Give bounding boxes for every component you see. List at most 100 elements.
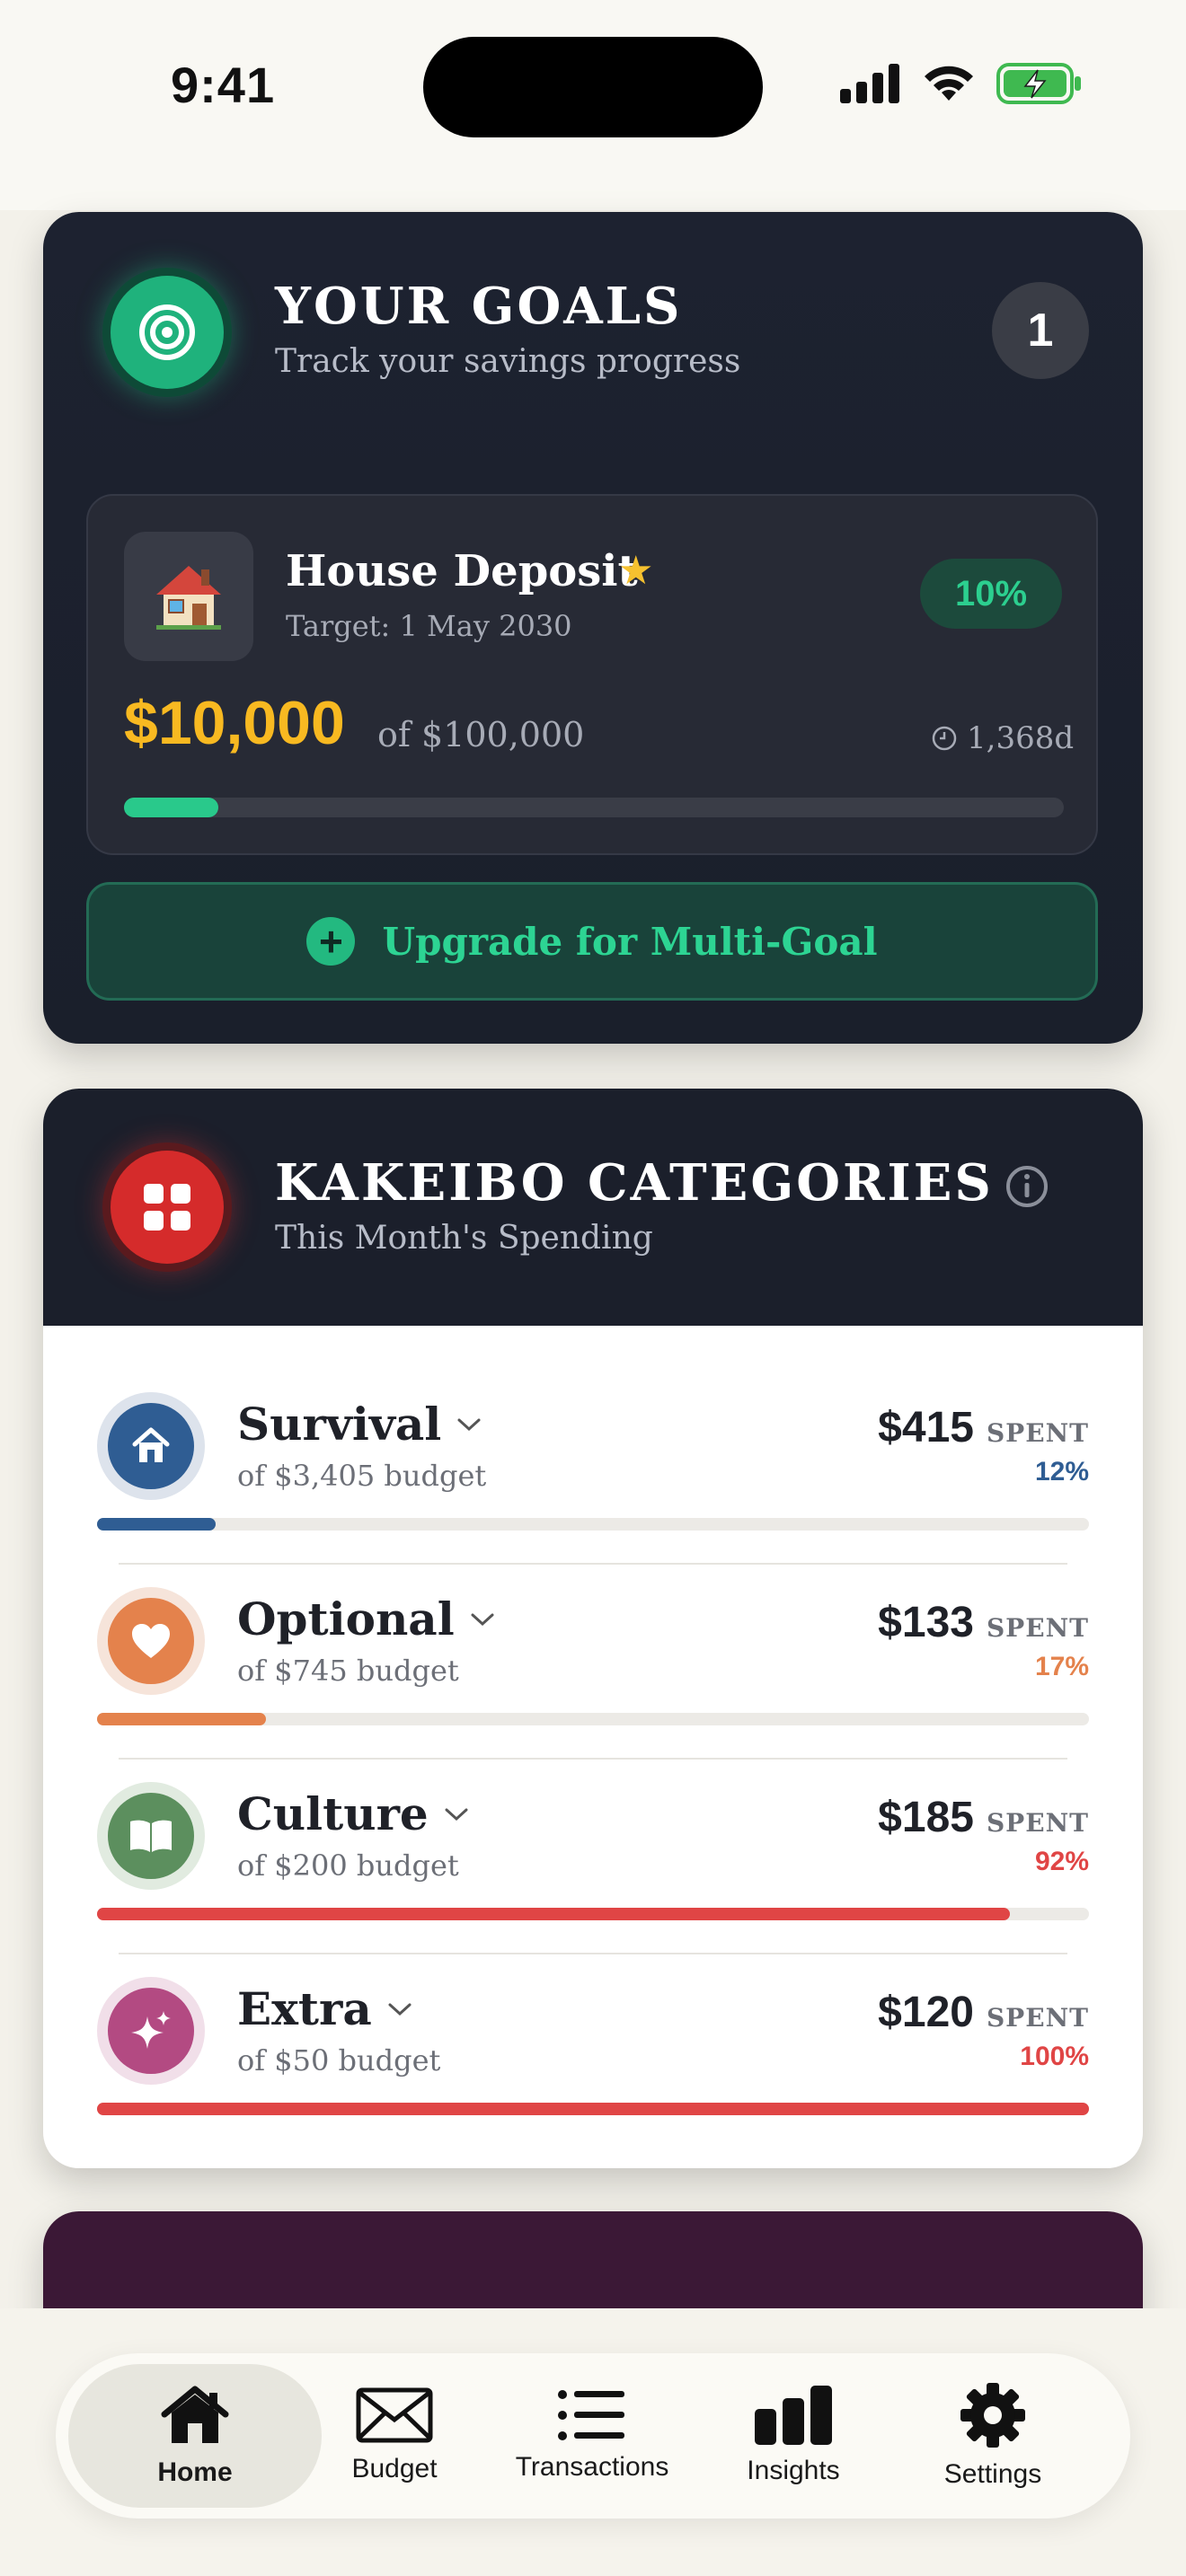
home-icon <box>161 2386 229 2443</box>
status-icons <box>840 63 1083 104</box>
category-progress-fill <box>97 1908 1010 1920</box>
kakeibo-title: KAKEIBO CATEGORIES <box>275 1153 994 1213</box>
goals-title: YOUR GOALS <box>275 277 683 336</box>
category-name: Extra <box>237 1982 413 2035</box>
goals-card: YOUR GOALS Track your savings progress 1… <box>43 212 1143 1044</box>
category-progress-fill <box>97 2103 1089 2115</box>
gear-icon <box>960 2383 1025 2448</box>
dynamic-island <box>423 37 763 137</box>
nav-label-settings: Settings <box>943 2459 1042 2489</box>
category-progress-track <box>97 1713 1089 1725</box>
category-percent: 12% <box>1034 1457 1089 1486</box>
category-icon-badge <box>97 1392 205 1500</box>
goal-days-label: 1,368d <box>967 720 1075 756</box>
divider <box>119 1563 1067 1565</box>
goal-name: House Deposit <box>286 546 638 596</box>
category-amount: $415 <box>878 1404 974 1451</box>
upgrade-multi-goal-button[interactable]: + Upgrade for Multi-Goal <box>86 882 1098 1001</box>
bottom-nav: Home Budget Transactions Insights Settin… <box>56 2353 1130 2519</box>
category-amount: $133 <box>878 1599 974 1646</box>
envelope-icon <box>356 2387 433 2443</box>
goal-emoji-box <box>124 532 253 661</box>
category-progress-fill <box>97 1518 217 1531</box>
category-percent: 92% <box>1034 1847 1089 1876</box>
goals-icon-badge <box>102 268 232 397</box>
signal-icon <box>840 64 899 103</box>
house-emoji-icon <box>156 566 221 630</box>
goal-saved-amount: $10,000 <box>124 689 345 757</box>
goal-target-date: Target: 1 May 2030 <box>286 609 572 643</box>
category-budget: of $50 budget <box>237 2043 441 2078</box>
sparkle-icon <box>131 2011 171 2049</box>
category-percent: 100% <box>1020 2042 1089 2071</box>
category-budget: of $3,405 budget <box>237 1459 487 1493</box>
clock-icon <box>932 726 957 751</box>
chevron-down-icon[interactable] <box>469 1610 496 1628</box>
goals-subtitle: Track your savings progress <box>275 343 741 380</box>
bar-chart-icon <box>755 2386 832 2445</box>
spent-label: SPENT <box>986 1613 1089 1643</box>
chevron-down-icon[interactable] <box>386 2000 413 2018</box>
category-row-survival[interactable]: Survival of $3,405 budget $415 SPENT 12% <box>97 1383 1089 1577</box>
goal-days-left: 1,368d <box>931 720 1074 756</box>
upgrade-label: Upgrade for Multi-Goal <box>382 919 878 964</box>
chevron-down-icon[interactable] <box>443 1805 470 1823</box>
goal-progress-track <box>124 798 1064 817</box>
grid-icon <box>144 1184 190 1231</box>
plus-icon: + <box>306 917 356 966</box>
nav-item-settings[interactable]: Settings <box>893 2364 1093 2508</box>
status-time: 9:41 <box>171 57 276 113</box>
category-icon-badge <box>97 1977 205 2085</box>
category-row-culture[interactable]: Culture of $200 budget $185 SPENT 92% <box>97 1773 1089 1967</box>
category-name-label: Culture <box>237 1787 429 1840</box>
category-spent: $415 SPENT <box>878 1403 1089 1452</box>
target-icon <box>139 304 195 360</box>
category-progress-track <box>97 1518 1089 1531</box>
kakeibo-subtitle: This Month's Spending <box>275 1220 653 1257</box>
category-row-extra[interactable]: Extra of $50 budget $120 SPENT 100% <box>97 1968 1089 2162</box>
category-progress-track <box>97 2103 1089 2115</box>
category-progress-fill <box>97 1713 266 1725</box>
category-name: Culture <box>237 1787 470 1840</box>
kakeibo-header: KAKEIBO CATEGORIES This Month's Spending <box>43 1089 1143 1326</box>
chevron-down-icon[interactable] <box>456 1416 482 1434</box>
divider <box>119 1758 1067 1760</box>
list-icon <box>558 2390 624 2440</box>
favorite-star-icon[interactable]: ★ <box>618 548 653 594</box>
goals-count-badge: 1 <box>992 282 1089 379</box>
spent-label: SPENT <box>986 1808 1089 1838</box>
category-budget: of $200 budget <box>237 1848 459 1883</box>
category-icon-badge <box>97 1587 205 1695</box>
category-spent: $185 SPENT <box>878 1793 1089 1842</box>
goal-progress-fill <box>124 798 218 817</box>
category-spent: $120 SPENT <box>878 1988 1089 2037</box>
category-name-label: Extra <box>237 1982 372 2035</box>
nav-item-budget[interactable]: Budget <box>295 2364 494 2508</box>
category-name-label: Survival <box>237 1398 442 1451</box>
category-amount: $120 <box>878 1989 974 2036</box>
nav-item-transactions[interactable]: Transactions <box>492 2364 692 2508</box>
nav-label-transactions: Transactions <box>515 2452 669 2482</box>
goal-item-house-deposit[interactable]: House Deposit ★ Target: 1 May 2030 10% $… <box>86 494 1098 855</box>
nav-item-insights[interactable]: Insights <box>694 2364 893 2508</box>
category-spent: $133 SPENT <box>878 1598 1089 1647</box>
category-name: Optional <box>237 1592 496 1645</box>
house-icon <box>132 1427 170 1462</box>
category-icon-badge <box>97 1782 205 1890</box>
goal-total-amount: of $100,000 <box>377 715 585 754</box>
heart-icon <box>132 1624 170 1658</box>
info-icon[interactable] <box>1005 1164 1049 1209</box>
category-name-label: Optional <box>237 1592 455 1645</box>
book-icon <box>130 1820 172 1852</box>
spent-label: SPENT <box>986 1418 1089 1448</box>
nav-label-budget: Budget <box>351 2454 438 2483</box>
status-bar: 9:41 <box>0 0 1186 210</box>
category-percent: 17% <box>1034 1652 1089 1681</box>
kakeibo-card: KAKEIBO CATEGORIES This Month's Spending… <box>43 1089 1143 2168</box>
nav-label-insights: Insights <box>747 2456 840 2485</box>
category-name: Survival <box>237 1398 482 1451</box>
divider <box>119 1953 1067 1954</box>
category-progress-track <box>97 1908 1089 1920</box>
category-row-optional[interactable]: Optional of $745 budget $133 SPENT 17% <box>97 1578 1089 1772</box>
nav-item-home[interactable]: Home <box>68 2364 322 2508</box>
